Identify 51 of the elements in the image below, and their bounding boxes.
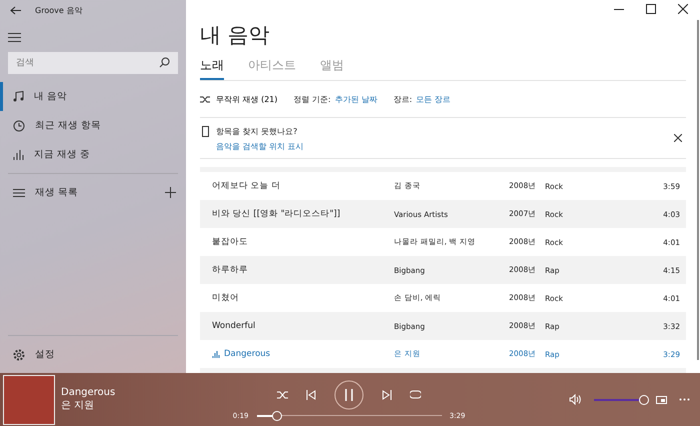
repeat-icon[interactable] [410, 390, 421, 399]
sort-label: 정렬 기준: [294, 94, 331, 104]
song-title: 비와 당신 [[영화 "라디오스타"]] [211, 208, 342, 220]
maximize-icon[interactable] [646, 4, 656, 14]
music-note-icon [13, 91, 24, 102]
scrollbar[interactable] [697, 20, 699, 360]
settings-item[interactable]: 설정 [0, 340, 186, 369]
song-title: 어제보다 오늘 더 [211, 180, 282, 192]
tab[interactable]: 노래 [200, 57, 224, 80]
now-playing-artist: 은 지원 [61, 399, 96, 412]
mini-player-icon[interactable] [656, 396, 667, 404]
nav-item[interactable]: 최근 재생 항목 [0, 111, 186, 140]
pause-button[interactable] [334, 380, 364, 410]
shuffle-button[interactable]: 무작위 재생 (21) [200, 94, 278, 104]
genre-link[interactable]: 모든 장르 [416, 94, 451, 104]
clock-icon [13, 120, 25, 132]
sort-link[interactable]: 추가된 날짜 [334, 94, 378, 104]
song-title: 미쳤어 [211, 292, 240, 304]
search-icon[interactable] [159, 57, 170, 68]
song-title: 붙잡아도 [211, 236, 249, 248]
genre-label: 장르: [393, 94, 412, 104]
menu-icon[interactable] [8, 33, 21, 42]
equalizer-icon [212, 350, 220, 358]
previous-icon[interactable] [306, 390, 316, 400]
volume-icon[interactable] [569, 394, 582, 405]
notice-link[interactable]: 음악을 검색할 위치 표시 [216, 141, 668, 152]
page-title: 내 음악 [200, 22, 271, 49]
shuffle-icon [200, 96, 210, 102]
nav-item[interactable]: 지금 재생 중 [0, 140, 186, 169]
notice-text: 항목을 찾지 못했나요? [216, 126, 298, 137]
settings-icon [13, 348, 25, 360]
search-field[interactable]: 검색 [8, 52, 178, 74]
song-title: Dangerous [200, 349, 394, 359]
album-art-placeholder [3, 374, 55, 424]
song-title: Wonderful [211, 321, 256, 331]
volume-thumb[interactable] [639, 394, 649, 404]
more-icon[interactable] [679, 398, 690, 401]
phone-icon [202, 126, 210, 137]
close-icon[interactable] [674, 134, 682, 142]
window-title: Groove 음악 [35, 4, 82, 16]
close-icon[interactable] [678, 4, 688, 14]
now-playing-title: Dangerous [61, 387, 116, 398]
song-title: 하루하루 [211, 264, 249, 276]
playlists-item[interactable]: 재생 목록 [35, 186, 155, 199]
next-icon[interactable] [382, 390, 392, 400]
back-icon[interactable] [10, 6, 21, 14]
equalizer-icon [13, 150, 24, 160]
list-icon [13, 188, 25, 196]
plus-icon[interactable] [165, 187, 176, 198]
progress-thumb[interactable] [272, 410, 282, 420]
shuffle-icon[interactable] [277, 390, 288, 398]
